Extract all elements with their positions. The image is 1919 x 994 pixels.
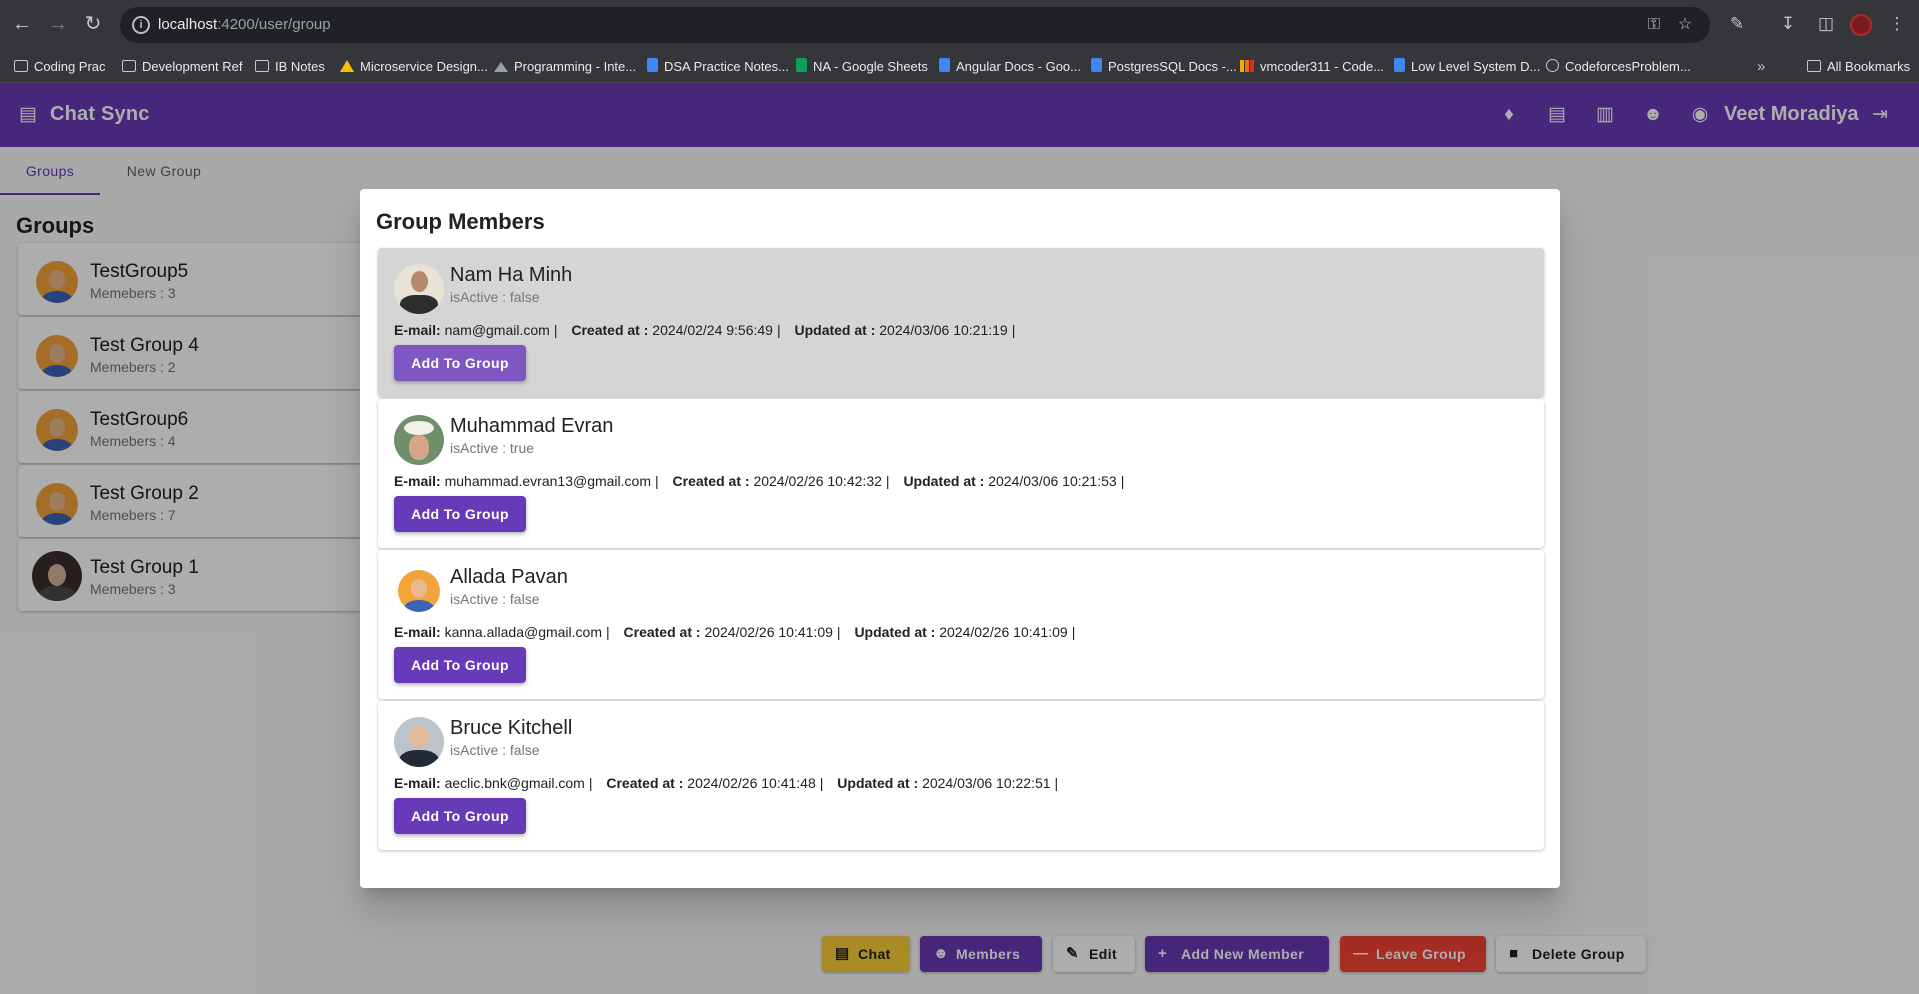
reload-icon[interactable]: ↻ bbox=[81, 12, 105, 36]
sheet-icon bbox=[796, 58, 807, 72]
member-created: 2024/02/26 10:41:09 bbox=[704, 624, 833, 640]
doc-icon bbox=[1394, 58, 1405, 72]
extensions-icon[interactable]: ✎ bbox=[1726, 13, 1748, 35]
member-status: isActive : false bbox=[450, 742, 540, 758]
bookmark-item[interactable]: NA - Google Sheets bbox=[796, 57, 928, 77]
doc-icon bbox=[939, 58, 950, 72]
drive-icon bbox=[340, 60, 354, 72]
member-created: 2024/02/24 9:56:49 bbox=[652, 322, 773, 338]
member-avatar bbox=[394, 415, 444, 465]
bookmark-item[interactable]: Angular Docs - Goo... bbox=[939, 57, 1081, 77]
member-created: 2024/02/26 10:41:48 bbox=[687, 775, 816, 791]
doc-icon bbox=[647, 58, 658, 72]
mountain-icon bbox=[494, 62, 508, 72]
doc-icon bbox=[1091, 58, 1102, 72]
more-bookmarks-icon[interactable]: » bbox=[1757, 57, 1765, 77]
member-avatar bbox=[394, 717, 444, 767]
folder-icon bbox=[255, 60, 269, 72]
member-updated: 2024/03/06 10:21:53 bbox=[988, 473, 1117, 489]
member-avatar bbox=[398, 570, 440, 612]
member-card[interactable]: Allada Pavan isActive : false E-mail: ka… bbox=[378, 550, 1544, 699]
member-details: E-mail: muhammad.evran13@gmail.com | Crea… bbox=[394, 473, 1125, 489]
menu-icon[interactable]: ⋮ bbox=[1886, 13, 1908, 35]
bars-icon bbox=[1240, 60, 1254, 72]
download-icon[interactable]: ↧ bbox=[1777, 13, 1799, 35]
member-name: Bruce Kitchell bbox=[450, 717, 573, 739]
folder-icon bbox=[14, 60, 28, 72]
member-email: nam@gmail.com bbox=[444, 322, 550, 338]
member-updated: 2024/03/06 10:21:19 bbox=[879, 322, 1008, 338]
profile-avatar[interactable] bbox=[1850, 14, 1872, 36]
member-details: E-mail: aeclic.bnk@gmail.com | Created at… bbox=[394, 775, 1059, 791]
bookmark-item[interactable]: DSA Practice Notes... bbox=[647, 57, 789, 77]
address-bar[interactable]: i localhost:4200/user/group ⚿ ☆ bbox=[120, 7, 1710, 43]
add-to-group-button[interactable]: Add To Group bbox=[394, 345, 526, 381]
folder-icon bbox=[1807, 60, 1821, 72]
member-updated: 2024/02/26 10:41:09 bbox=[939, 624, 1068, 640]
site-info-icon[interactable]: i bbox=[132, 16, 150, 34]
member-details: E-mail: kanna.allada@gmail.com | Created … bbox=[394, 624, 1076, 640]
add-to-group-button[interactable]: Add To Group bbox=[394, 647, 526, 683]
member-email: muhammad.evran13@gmail.com bbox=[444, 473, 651, 489]
member-name: Nam Ha Minh bbox=[450, 264, 573, 286]
member-card[interactable]: Nam Ha Minh isActive : false E-mail: nam… bbox=[378, 248, 1544, 397]
key-icon[interactable]: ⚿ bbox=[1645, 16, 1663, 34]
member-name: Allada Pavan bbox=[450, 566, 568, 588]
member-created: 2024/02/26 10:42:32 bbox=[753, 473, 882, 489]
bookmark-item[interactable]: Development Ref bbox=[122, 57, 242, 77]
member-updated: 2024/03/06 10:22:51 bbox=[922, 775, 1051, 791]
bookmark-item[interactable]: Microservice Design... bbox=[340, 57, 488, 77]
bookmark-item[interactable]: CodeforcesProblem... bbox=[1546, 57, 1691, 77]
bookmark-item[interactable]: IB Notes bbox=[255, 57, 325, 77]
dialog-title: Group Members bbox=[376, 209, 545, 234]
member-name: Muhammad Evran bbox=[450, 415, 614, 437]
member-details: E-mail: nam@gmail.com | Created at : 2024… bbox=[394, 322, 1016, 338]
bookmark-all[interactable]: All Bookmarks bbox=[1807, 57, 1910, 77]
member-status: isActive : false bbox=[450, 591, 540, 607]
bookmark-item[interactable]: Low Level System D... bbox=[1394, 57, 1540, 77]
back-icon[interactable]: ← bbox=[10, 12, 34, 36]
member-avatar bbox=[394, 264, 444, 314]
globe-icon bbox=[1546, 59, 1559, 72]
member-email: kanna.allada@gmail.com bbox=[444, 624, 602, 640]
add-to-group-button[interactable]: Add To Group bbox=[394, 496, 526, 532]
member-status: isActive : false bbox=[450, 289, 540, 305]
forward-icon[interactable]: → bbox=[46, 12, 70, 36]
member-card[interactable]: Muhammad Evran isActive : true E-mail: m… bbox=[378, 399, 1544, 548]
browser-toolbar: ← → ↻ i localhost:4200/user/group ⚿ ☆ ✎ … bbox=[0, 0, 1919, 50]
group-members-dialog: Group Members Nam Ha Minh isActive : fal… bbox=[360, 189, 1560, 888]
url-text[interactable]: localhost:4200/user/group bbox=[158, 16, 331, 33]
star-icon[interactable]: ☆ bbox=[1676, 16, 1694, 34]
bookmark-item[interactable]: PostgresSQL Docs -... bbox=[1091, 57, 1237, 77]
member-status: isActive : true bbox=[450, 440, 535, 456]
bookmark-item[interactable]: vmcoder311 - Code... bbox=[1240, 57, 1384, 77]
folder-icon bbox=[122, 60, 136, 72]
side-panel-icon[interactable]: ◫ bbox=[1815, 13, 1837, 35]
bookmark-item[interactable]: Coding Prac bbox=[14, 57, 106, 77]
member-card[interactable]: Bruce Kitchell isActive : false E-mail: … bbox=[378, 701, 1544, 850]
member-email: aeclic.bnk@gmail.com bbox=[444, 775, 585, 791]
bookmark-item[interactable]: Programming - Inte... bbox=[494, 57, 636, 77]
add-to-group-button[interactable]: Add To Group bbox=[394, 798, 526, 834]
bookmarks-bar: Coding Prac Development Ref IB Notes Mic… bbox=[0, 50, 1919, 83]
